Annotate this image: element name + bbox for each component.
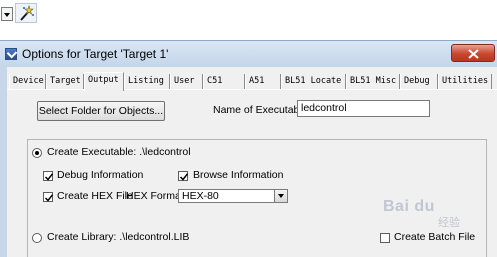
tab-bl51-misc[interactable]: BL51 Misc (346, 74, 400, 90)
tab-divider (7, 89, 497, 90)
tab-strip: Device Target Output Listing User C51 A5… (7, 72, 497, 91)
checkmark-icon (179, 173, 189, 181)
create-executable-radio[interactable] (32, 148, 42, 158)
toolbar (0, 0, 497, 36)
name-of-executable-input[interactable]: ledcontrol (297, 100, 430, 117)
dialog-titlebar[interactable]: Options for Target 'Target 1' (0, 41, 497, 67)
options-dialog: Options for Target 'Target 1' Device Tar… (0, 40, 497, 257)
tab-c51[interactable]: C51 (203, 74, 245, 90)
create-hex-file-label: Create HEX File (57, 190, 133, 202)
tab-user[interactable]: User (170, 74, 203, 90)
tab-target[interactable]: Target (46, 74, 84, 90)
chevron-down-icon[interactable] (274, 190, 287, 202)
tab-a51[interactable]: A51 (245, 74, 281, 90)
create-executable-label: Create Executable: .\ledcontrol (47, 146, 191, 158)
checkmark-icon (44, 194, 54, 202)
hex-format-select[interactable]: HEX-80 (178, 189, 288, 203)
uvision-app-icon (5, 48, 17, 60)
name-of-executable-label: Name of Executable: (213, 104, 311, 116)
watermark-logo: Bai du (383, 198, 435, 215)
create-batch-file-checkbox[interactable] (380, 233, 390, 243)
tab-output[interactable]: Output (84, 72, 124, 91)
tab-listing[interactable]: Listing (124, 74, 170, 90)
browse-information-checkbox[interactable] (178, 171, 189, 181)
tab-bl51-locate[interactable]: BL51 Locate (281, 74, 346, 90)
close-icon (468, 49, 479, 59)
tab-utilities[interactable]: Utilities (438, 74, 492, 90)
create-hex-file-checkbox[interactable] (43, 192, 54, 202)
create-library-label: Create Library: .\ledcontrol.LIB (47, 231, 190, 243)
tab-debug[interactable]: Debug (400, 74, 438, 90)
watermark-sub: 经验 (438, 217, 460, 229)
debug-information-label: Debug Information (57, 169, 144, 181)
select-folder-button[interactable]: Select Folder for Objects... (37, 101, 165, 121)
toolbar-dropdown-arrow[interactable] (1, 7, 13, 21)
create-batch-file-label: Create Batch File (394, 231, 476, 243)
dialog-title: Options for Target 'Target 1' (22, 47, 169, 61)
browse-information-label: Browse Information (193, 169, 284, 181)
create-library-radio[interactable] (32, 233, 42, 243)
close-button[interactable] (451, 44, 495, 62)
tab-device[interactable]: Device (9, 74, 46, 90)
magic-wand-icon[interactable] (15, 3, 37, 23)
dialog-client-area: Device Target Output Listing User C51 A5… (7, 67, 497, 257)
debug-information-checkbox[interactable] (43, 171, 54, 181)
checkmark-icon (44, 173, 54, 181)
hex-format-value: HEX-80 (182, 190, 219, 202)
